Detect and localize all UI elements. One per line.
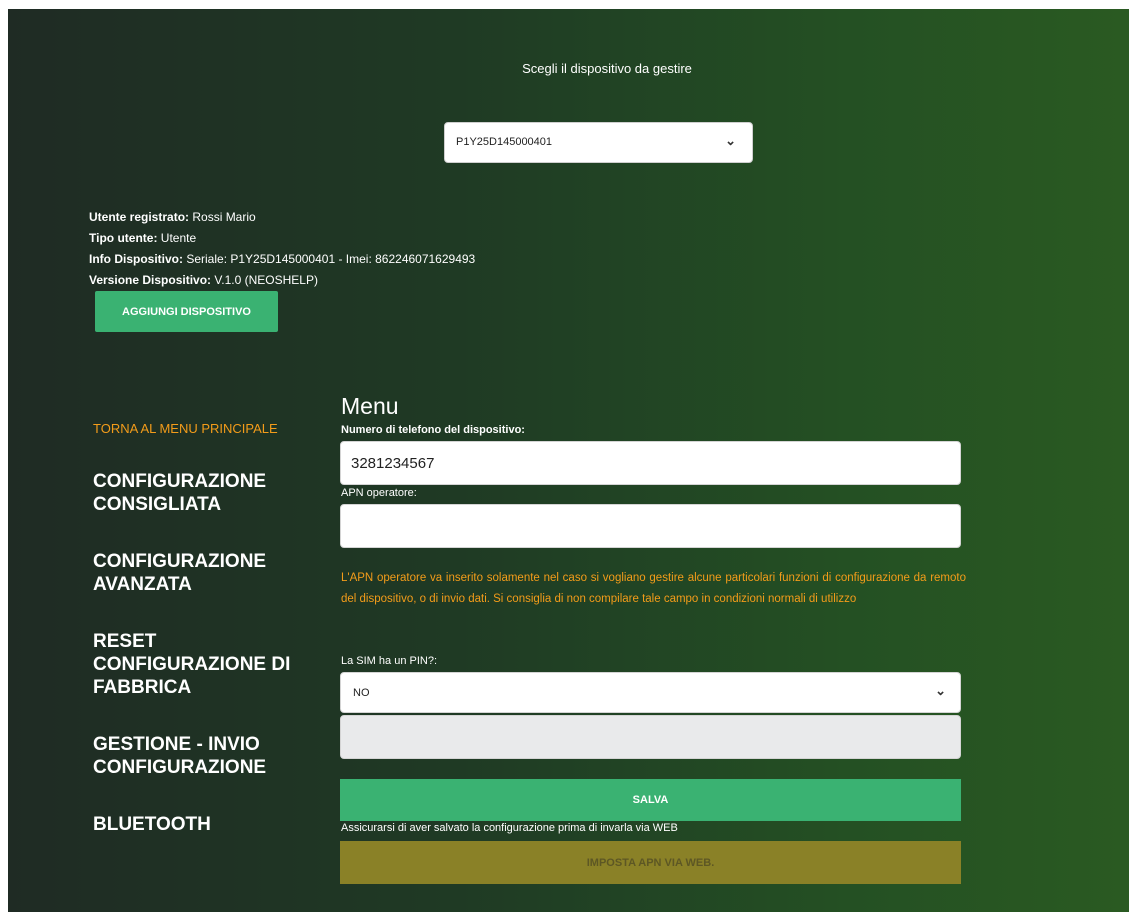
- device-select[interactable]: P1Y25D145000401 ⌄: [444, 122, 753, 163]
- apn-label: APN operatore:: [341, 487, 417, 499]
- chevron-down-icon: ⌄: [725, 133, 736, 148]
- registered-user-row: Utente registrato: Rossi Mario: [89, 207, 475, 228]
- sim-pin-select[interactable]: NO ⌄: [340, 672, 961, 713]
- device-info-row: Info Dispositivo: Seriale: P1Y25D1450004…: [89, 249, 475, 270]
- menu-title: Menu: [341, 393, 399, 419]
- device-chooser-title: Scegli il dispositivo da gestire: [522, 61, 692, 76]
- sidebar-item-advanced-config[interactable]: CONFIGURAZIONE AVANZATA: [93, 550, 293, 596]
- sim-pin-label: La SIM ha un PIN?:: [341, 655, 437, 667]
- device-version-row: Versione Dispositivo: V.1.0 (NEOSHELP): [89, 270, 475, 291]
- registered-user-label: Utente registrato:: [89, 210, 190, 224]
- registered-user-value: Rossi Mario: [189, 210, 256, 224]
- sim-pin-select-value: NO: [353, 687, 370, 699]
- device-info: Utente registrato: Rossi Mario Tipo uten…: [89, 207, 475, 291]
- device-select-value: P1Y25D145000401: [456, 136, 553, 148]
- user-type-value: Utente: [157, 231, 197, 245]
- phone-number-input[interactable]: 3281234567: [340, 441, 961, 485]
- sidebar-nav: CONFIGURAZIONE CONSIGLIATA CONFIGURAZION…: [93, 470, 318, 836]
- sidebar-item-send-config[interactable]: GESTIONE - INVIO CONFIGURAZIONE: [93, 733, 293, 779]
- device-info-label: Info Dispositivo:: [89, 252, 183, 266]
- apn-warning-text: L'APN operatore va inserito solamente ne…: [341, 572, 966, 605]
- sidebar-item-factory-reset[interactable]: RESET CONFIGURAZIONE DI FABBRICA: [93, 630, 318, 699]
- device-version-label: Versione Dispositivo:: [89, 273, 212, 287]
- sidebar-item-recommended-config[interactable]: CONFIGURAZIONE CONSIGLIATA: [93, 470, 293, 516]
- device-info-value: Seriale: P1Y25D145000401 - Imei: 8622460…: [183, 252, 476, 266]
- device-version-value: V.1.0 (NEOSHELP): [211, 273, 318, 287]
- user-type-row: Tipo utente: Utente: [89, 228, 475, 249]
- sidebar-item-bluetooth[interactable]: BLUETOOTH: [93, 813, 318, 836]
- chevron-down-icon: ⌄: [935, 683, 946, 698]
- back-to-main-menu-link[interactable]: TORNA AL MENU PRINCIPALE: [93, 421, 278, 436]
- page-background: Scegli il dispositivo da gestire P1Y25D1…: [8, 9, 1129, 912]
- save-button[interactable]: SALVA: [340, 779, 961, 821]
- save-reminder-text: Assicurarsi di aver salvato la configura…: [341, 822, 678, 834]
- user-type-label: Tipo utente:: [89, 231, 158, 245]
- set-apn-via-web-button[interactable]: IMPOSTA APN VIA WEB.: [340, 841, 961, 884]
- pin-code-input[interactable]: [340, 715, 961, 759]
- apn-input[interactable]: [340, 504, 961, 548]
- add-device-button[interactable]: AGGIUNGI DISPOSITIVO: [95, 291, 278, 332]
- phone-number-label: Numero di telefono del dispositivo:: [341, 424, 525, 436]
